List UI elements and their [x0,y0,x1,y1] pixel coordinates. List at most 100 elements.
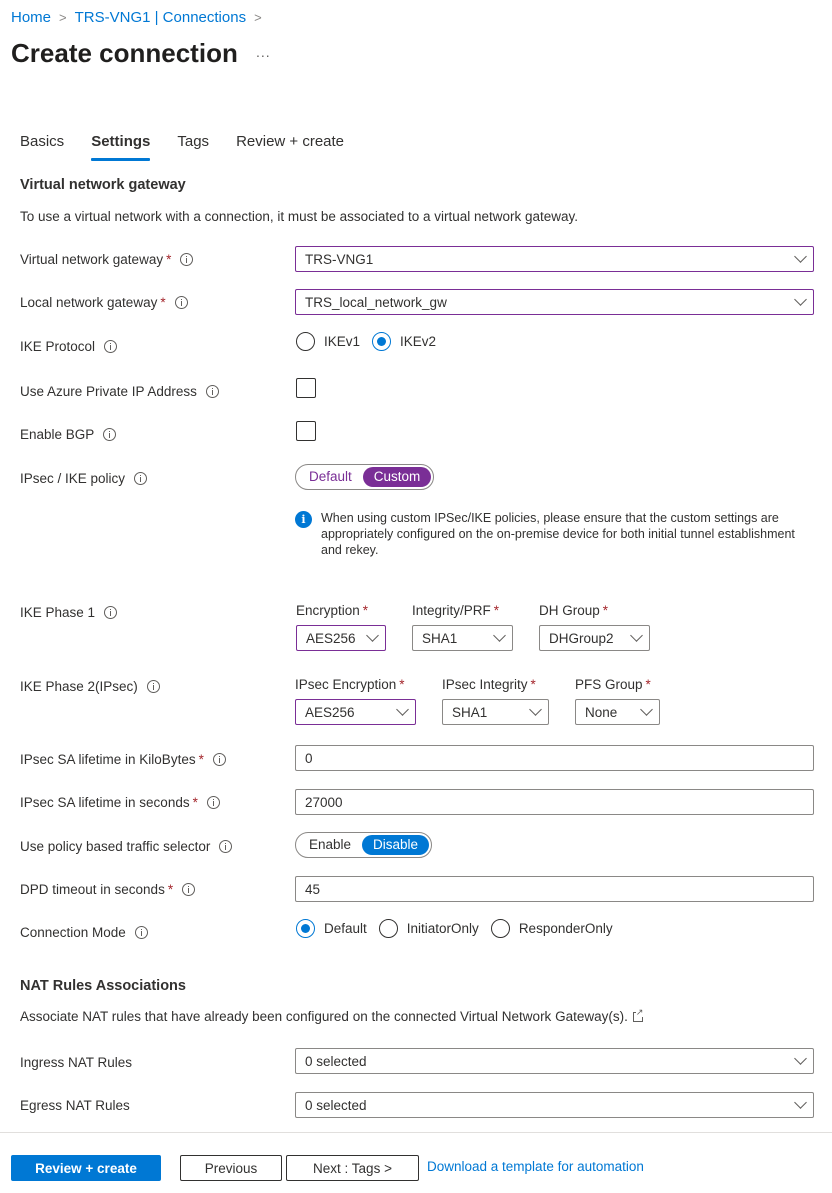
local-network-gateway-dropdown[interactable]: TRS_local_network_gw [295,289,814,315]
egress-nat-rules-dropdown[interactable]: 0 selected [295,1092,814,1118]
label-local-network-gateway: Local network gateway * [20,292,188,312]
pfs-group-dropdown[interactable]: None [575,699,660,725]
info-filled-icon: i [295,511,312,528]
label-enable-bgp: Enable BGP [20,424,117,444]
label-ipsec-encryption: IPsec Encryption * [295,677,405,692]
radio-default[interactable]: Default [296,919,367,938]
chevron-down-icon [396,703,409,716]
label-dh-group: DH Group * [539,603,609,618]
policy-traffic-selector-toggle: Enable Disable [295,832,433,858]
label-policy-traffic-selector: Use policy based traffic selector [20,836,233,856]
external-link-icon[interactable] [632,1006,644,1022]
tab-basics[interactable]: Basics [20,133,64,157]
chevron-down-icon [794,293,807,306]
enable-bgp-checkbox[interactable] [296,421,316,441]
label-ike-phase-2: IKE Phase 2(IPsec) [20,676,160,696]
info-icon[interactable] [134,471,148,485]
ipsec-encryption-dropdown[interactable]: AES256 [295,699,416,725]
footer-divider [0,1132,832,1133]
label-egress-nat-rules: Egress NAT Rules [20,1097,130,1113]
label-connection-mode: Connection Mode [20,922,148,942]
label-use-azure-private-ip: Use Azure Private IP Address [20,381,219,401]
toggle-option-custom[interactable]: Custom [362,467,432,487]
label-ingress-nat-rules: Ingress NAT Rules [20,1054,133,1070]
chevron-down-icon [493,629,506,642]
sa-lifetime-seconds-input[interactable]: 27000 [295,789,814,815]
label-ipsec-ike-policy: IPsec / IKE policy [20,468,148,488]
label-ipsec-integrity: IPsec Integrity * [442,677,536,692]
review-create-button[interactable]: Review + create [11,1155,161,1181]
breadcrumb: Home > TRS-VNG1 | Connections > [11,9,270,26]
radio-responder-only[interactable]: ResponderOnly [490,919,613,938]
tab-settings[interactable]: Settings [91,133,151,161]
breadcrumb-separator: > [59,10,67,25]
encryption-dropdown[interactable]: AES256 [296,625,386,651]
ike-protocol-radio-group: IKEv1 IKEv2 [296,332,448,351]
toggle-option-enable[interactable]: Enable [298,835,362,855]
chevron-down-icon [794,1096,807,1109]
radio-circle[interactable] [378,919,398,938]
label-integrity-prf: Integrity/PRF * [412,603,500,618]
section-title-nat: NAT Rules Associations [20,978,186,994]
radio-circle[interactable] [296,332,315,351]
toggle-option-default[interactable]: Default [298,467,363,487]
label-ike-phase-1: IKE Phase 1 [20,602,118,622]
chevron-down-icon [366,629,379,642]
chevron-down-icon [794,1052,807,1065]
radio-initiator-only[interactable]: InitiatorOnly [378,919,479,938]
radio-ikev2[interactable]: IKEv2 [372,332,436,351]
label-encryption: Encryption * [296,603,369,618]
breadcrumb-separator: > [254,10,262,25]
label-dpd-timeout: DPD timeout in seconds * [20,879,196,899]
info-icon[interactable] [103,427,117,441]
previous-button[interactable]: Previous [180,1155,282,1181]
next-tags-button[interactable]: Next : Tags > [286,1155,419,1181]
page-title: Create connection [11,38,238,68]
radio-circle[interactable] [490,919,510,938]
label-pfs-group: PFS Group * [575,677,651,692]
tab-review-create[interactable]: Review + create [236,133,344,157]
ipsec-ike-policy-toggle: Default Custom [295,464,435,490]
info-icon[interactable] [205,384,219,398]
chevron-down-icon [794,250,807,263]
label-virtual-network-gateway: Virtual network gateway * [20,249,194,269]
label-sa-lifetime-seconds: IPsec SA lifetime in seconds * [20,792,220,812]
use-azure-private-ip-checkbox[interactable] [296,378,316,398]
section-desc-nat: Associate NAT rules that have already be… [20,1006,644,1024]
breadcrumb-home[interactable]: Home [11,9,51,26]
dpd-timeout-input[interactable]: 45 [295,876,814,902]
ingress-nat-rules-dropdown[interactable]: 0 selected [295,1048,814,1074]
sa-lifetime-kb-input[interactable]: 0 [295,745,814,771]
label-ike-protocol: IKE Protocol [20,336,118,356]
info-icon[interactable] [134,925,148,939]
integrity-prf-dropdown[interactable]: SHA1 [412,625,513,651]
chevron-down-icon [529,703,542,716]
chevron-down-icon [630,629,643,642]
info-icon[interactable] [180,252,194,266]
section-title-vng: Virtual network gateway [20,177,186,193]
info-icon[interactable] [104,605,118,619]
info-icon[interactable] [182,882,196,896]
dh-group-dropdown[interactable]: DHGroup2 [539,625,650,651]
download-template-link[interactable]: Download a template for automation [427,1159,644,1174]
info-icon[interactable] [104,339,118,353]
breadcrumb-connections[interactable]: TRS-VNG1 | Connections [75,9,246,26]
radio-ikev1[interactable]: IKEv1 [296,332,360,351]
more-options-icon[interactable]: ... [256,44,271,60]
policy-info-message: i When using custom IPSec/IKE policies, … [295,510,795,558]
connection-mode-radio-group: Default InitiatorOnly ResponderOnly [296,919,625,938]
info-icon[interactable] [174,295,188,309]
toggle-option-disable[interactable]: Disable [362,835,430,855]
info-icon[interactable] [206,795,220,809]
info-icon[interactable] [146,679,160,693]
label-sa-lifetime-kb: IPsec SA lifetime in KiloBytes * [20,749,226,769]
chevron-down-icon [640,703,653,716]
info-icon[interactable] [212,752,226,766]
section-desc-vng: To use a virtual network with a connecti… [20,209,579,224]
radio-circle-checked[interactable] [296,919,315,938]
info-icon[interactable] [219,839,233,853]
radio-circle-checked[interactable] [372,332,392,351]
tab-tags[interactable]: Tags [177,133,209,157]
virtual-network-gateway-dropdown[interactable]: TRS-VNG1 [295,246,814,272]
ipsec-integrity-dropdown[interactable]: SHA1 [442,699,549,725]
